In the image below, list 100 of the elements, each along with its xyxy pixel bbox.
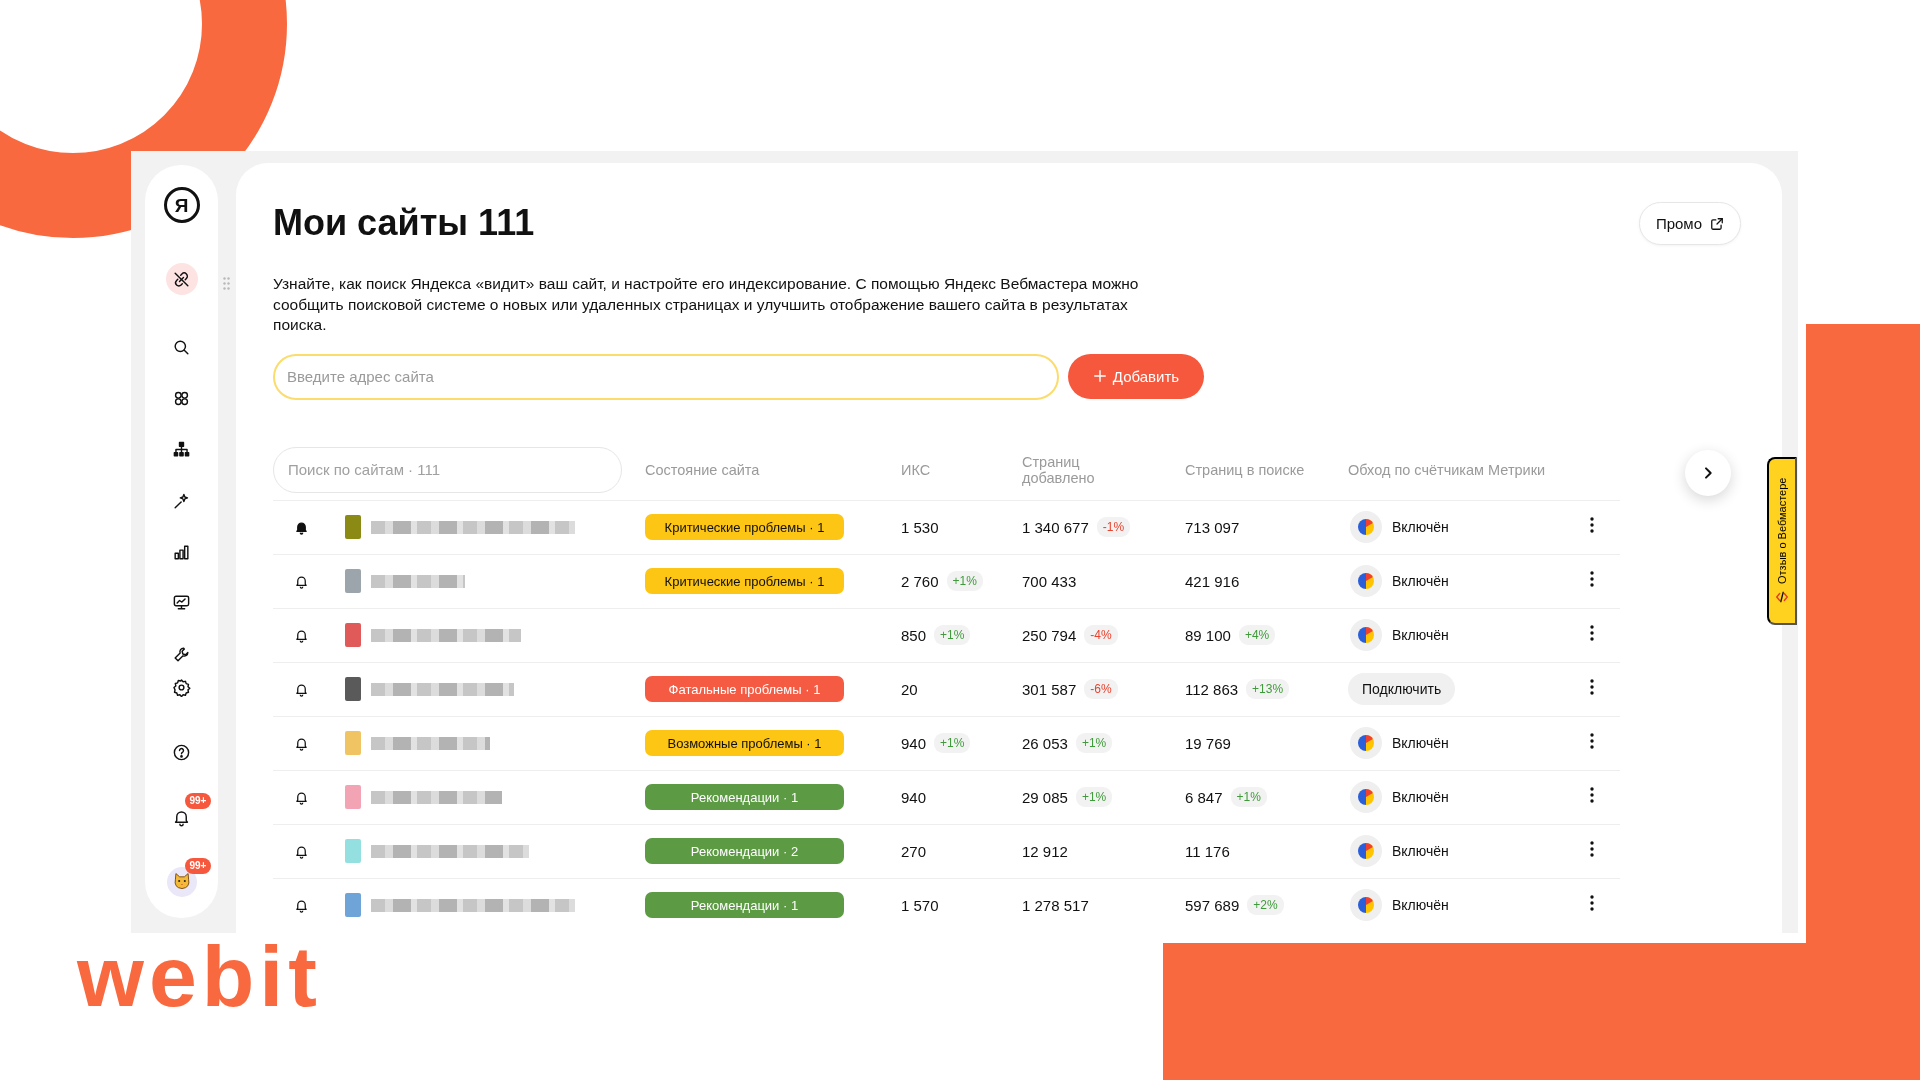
column-header[interactable]: Обход по счётчикам Метрики <box>1348 461 1546 478</box>
iks-value: 20 <box>901 680 918 698</box>
site-search-field[interactable]: Поиск по сайтам · 111 <box>273 446 622 493</box>
change-chip: +2% <box>1247 895 1284 915</box>
more-icon[interactable] <box>1590 625 1594 641</box>
promo-button[interactable]: Промо <box>1638 202 1741 245</box>
bell-icon[interactable] <box>294 519 309 535</box>
change-chip: +1% <box>1230 787 1267 807</box>
status-badge[interactable]: Критические проблемы · 1 <box>645 514 844 540</box>
more-icon[interactable] <box>1590 679 1594 695</box>
pages-in-search-value: 6 847 <box>1185 788 1223 806</box>
bell-icon[interactable] <box>294 681 309 697</box>
iks-value: 850 <box>901 626 927 644</box>
change-chip: -4% <box>1084 625 1118 645</box>
more-icon[interactable] <box>1590 517 1594 533</box>
page-title: Мои сайты 111 <box>273 201 535 245</box>
pages-added-value: 1 340 677 <box>1022 518 1089 536</box>
multicolor-circle-icon <box>1350 511 1382 543</box>
iks-value: 2 760 <box>901 572 939 590</box>
change-chip: +1% <box>1075 787 1113 807</box>
pages-in-search-value: 11 176 <box>1185 842 1230 860</box>
pages-in-search-value: 713 097 <box>1185 518 1240 536</box>
iks-value: 1 530 <box>901 518 939 536</box>
bell-icon[interactable] <box>294 843 309 859</box>
more-icon[interactable] <box>1590 841 1594 857</box>
pages-in-search-value: 421 916 <box>1185 572 1240 590</box>
bell-icon[interactable] <box>294 735 309 751</box>
notification-count: 99+ <box>184 858 212 874</box>
brand-logo: webit <box>77 933 322 1019</box>
pages-added-value: 301 587 <box>1022 680 1077 698</box>
more-icon[interactable] <box>1590 787 1594 803</box>
more-icon[interactable] <box>1590 895 1594 911</box>
magic-wand-icon <box>172 491 191 511</box>
status-badge[interactable]: Рекомендации · 1 <box>645 892 844 918</box>
change-chip: +13% <box>1246 679 1290 699</box>
column-header[interactable]: ИКС <box>901 461 931 478</box>
metrika-status: Включён <box>1392 735 1449 751</box>
change-chip: +4% <box>1238 625 1276 645</box>
monitor-icon <box>172 592 191 612</box>
metrika-status: Включён <box>1392 897 1449 913</box>
metrika-status: Включён <box>1392 843 1449 859</box>
site-address-field[interactable]: Введите адрес сайта <box>273 353 1059 400</box>
multicolor-circle-icon <box>1350 889 1382 921</box>
plus-icon <box>1092 369 1107 383</box>
wrench-icon <box>172 644 191 664</box>
column-header[interactable]: Страниц в поиске <box>1185 461 1305 478</box>
change-chip: +1% <box>946 571 983 591</box>
pages-added-value: 1 278 517 <box>1022 896 1089 914</box>
pages-added-value: 12 912 <box>1022 842 1068 860</box>
multicolor-circle-icon <box>1350 835 1382 867</box>
column-header[interactable]: Состояние сайта <box>645 461 760 478</box>
change-chip: +1% <box>1075 733 1113 753</box>
external-link-icon <box>1710 216 1724 231</box>
connect-button[interactable]: Подключить <box>1348 673 1456 705</box>
pages-added-value: 700 433 <box>1022 572 1077 590</box>
bell-icon[interactable] <box>294 789 309 805</box>
pages-in-search-value: 597 689 <box>1185 896 1240 914</box>
more-icon[interactable] <box>1590 571 1594 587</box>
more-icon[interactable] <box>1590 733 1594 749</box>
code-brackets-icon <box>1775 590 1789 605</box>
multicolor-circle-icon <box>1350 781 1382 813</box>
iks-value: 270 <box>901 842 927 860</box>
bar-chart-icon <box>172 542 191 562</box>
iks-value: 940 <box>901 734 927 752</box>
pages-in-search-value: 112 863 <box>1185 680 1239 698</box>
pages-in-search-value: 19 769 <box>1185 734 1231 752</box>
description-text: Узнайте, как поиск Яндекса «видит» ваш сайт, и настройте его индексирование. С помощью Яндекс Вебмастера можно сообщить поисковой системе о новых или удаленных страницах и улучшить отображение вашего сайта в результатах поиска. <box>273 274 1140 335</box>
iks-value: 940 <box>901 788 927 806</box>
iks-value: 1 570 <box>901 896 939 914</box>
status-badge[interactable]: Критические проблемы · 1 <box>645 568 844 594</box>
pages-in-search-value: 89 100 <box>1185 626 1231 644</box>
status-badge[interactable]: Рекомендации · 1 <box>645 784 844 810</box>
multicolor-circle-icon <box>1350 565 1382 597</box>
add-button[interactable]: Добавить <box>1068 353 1204 399</box>
change-chip: +1% <box>934 733 971 753</box>
sidebar-item[interactable] <box>165 263 198 295</box>
pages-added-value: 250 794 <box>1022 626 1077 644</box>
metrika-status: Включён <box>1392 573 1449 589</box>
bell-icon[interactable] <box>294 627 309 643</box>
status-badge[interactable]: Фатальные проблемы · 1 <box>645 676 844 702</box>
status-badge[interactable]: Рекомендации · 2 <box>645 838 844 864</box>
metrika-status: Включён <box>1392 519 1449 535</box>
gear-icon <box>172 677 191 697</box>
multicolor-circle-icon <box>1350 727 1382 759</box>
status-badge[interactable]: Возможные проблемы · 1 <box>645 730 844 756</box>
pages-added-value: 29 085 <box>1022 788 1068 806</box>
metrika-status: Включён <box>1392 627 1449 643</box>
hierarchy-icon <box>172 439 191 459</box>
feedback-tab[interactable]: Отзыв о Вебмастере <box>1767 457 1797 625</box>
change-chip: -1% <box>1096 517 1131 537</box>
crossed-link-icon <box>172 269 191 289</box>
bell-icon[interactable] <box>294 897 309 913</box>
search-icon <box>172 337 191 357</box>
change-chip: -6% <box>1084 679 1118 699</box>
logo[interactable]: Я <box>163 187 200 223</box>
notification-count: 99+ <box>184 793 212 809</box>
drag-handle-icon[interactable] <box>223 277 230 290</box>
bell-icon[interactable] <box>294 573 309 589</box>
column-header[interactable]: Страниц добавлено <box>1022 453 1112 486</box>
change-chip: +1% <box>934 625 971 645</box>
